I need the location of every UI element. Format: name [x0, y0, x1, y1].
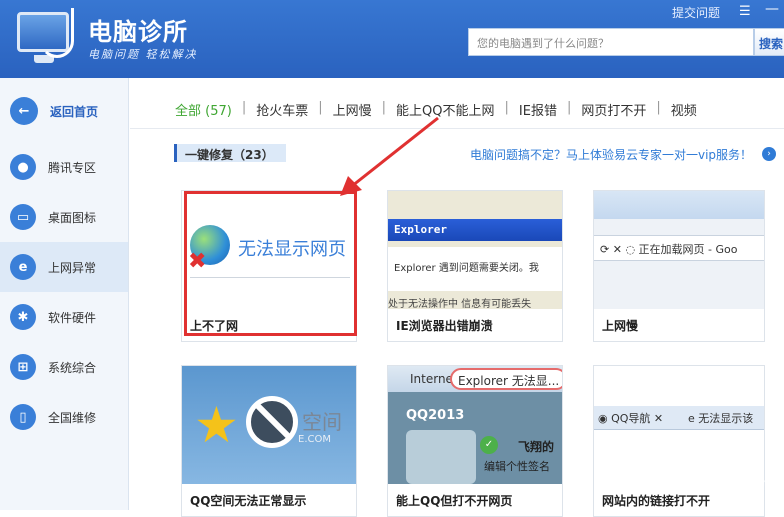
app-title: 电脑诊所	[88, 18, 188, 46]
card-qzone[interactable]: ★ 空间 E.COM QQ空间无法正常显示	[181, 365, 357, 517]
browser-titlebar	[594, 191, 764, 219]
tab-page-not-open[interactable]: 网页打不开	[571, 100, 656, 119]
card-label: 能上QQ但打不开网页	[396, 494, 513, 508]
thumbnail-text: Explorer 遇到问题需要关闭。我	[388, 247, 562, 291]
sidebar-item-label: 系统综合	[48, 360, 97, 375]
tab-ie-error[interactable]: IE报错	[509, 100, 567, 119]
card-label: QQ空间无法正常显示	[190, 494, 307, 508]
app-header: 电脑诊所 电脑问题 轻松解决 提交问题 ☰ — 您的电脑遇到了什么问题？ 搜索	[0, 0, 784, 78]
qzone-star-icon: ★	[194, 396, 239, 454]
loading-icon: ◌	[625, 243, 639, 256]
app-slogan: 电脑问题 轻松解决	[88, 48, 198, 61]
card-thumbnail: Explorer Explorer 遇到问题需要关闭。我 处于无法操作中 信息有…	[388, 191, 562, 309]
sidebar-item-home[interactable]: ← 返回首页	[0, 86, 128, 136]
category-tabs: 全部 (57) | 抢火车票 | 上网慢 | 能上QQ不能上网 | IE报错 |…	[175, 100, 707, 119]
card-qq-no-web[interactable]: Internet Explorer 无法显... QQ2013 ✓ 飞翔的 编辑…	[387, 365, 563, 517]
thumbnail-text: 正在加载网页 - Goo	[638, 243, 738, 256]
online-check-icon: ✓	[480, 436, 498, 454]
tab-video[interactable]: 视频	[661, 100, 707, 119]
no-entry-icon	[246, 396, 298, 448]
sidebar-item-label: 腾讯专区	[48, 160, 97, 175]
sidebar-item-label: 返回首页	[50, 104, 99, 119]
back-arrow-icon: ←	[10, 97, 38, 125]
card-ie-crash[interactable]: Explorer Explorer 遇到问题需要关闭。我 处于无法操作中 信息有…	[387, 190, 563, 342]
browser-address-bar: ⟳ ✕ ◌ 正在加载网页 - Goo	[594, 235, 764, 261]
tab-train-tickets[interactable]: 抢火车票	[246, 100, 318, 119]
sidebar-item-repair[interactable]: ▯ 全国维修	[0, 392, 128, 442]
sidebar-item-network[interactable]: e 上网异常	[0, 242, 128, 292]
sidebar-item-label: 上网异常	[48, 260, 97, 275]
thumbnail-highlight: Explorer 无法显...	[450, 368, 562, 390]
tab-divider	[130, 128, 784, 129]
card-label: 网站内的链接打不开	[602, 494, 711, 508]
submit-question-link[interactable]: 提交问题	[672, 4, 720, 21]
card-thumbnail: Internet Explorer 无法显... QQ2013 ✓ 飞翔的 编辑…	[388, 366, 562, 484]
sidebar-item-label: 软件硬件	[48, 310, 97, 325]
browser-tabs: ◉ QQ导航 ✕ e 无法显示该	[594, 406, 764, 430]
sidebar-item-label: 桌面图标	[48, 210, 97, 225]
ie-icon: e	[10, 254, 36, 280]
thumbnail-subtext: E.COM	[298, 434, 331, 445]
thumbnail-footer: 处于无法操作中 信息有可能丢失	[388, 299, 532, 309]
gear-icon: ✱	[10, 304, 36, 330]
baidu-watermark-url: jingyan.baidu.com	[678, 478, 771, 489]
qq-version: QQ2013	[406, 408, 465, 423]
thumbnail-titlebar: Explorer	[388, 219, 562, 241]
card-thumbnail: ★ 空间 E.COM	[182, 366, 356, 484]
tab-slow-internet[interactable]: 上网慢	[323, 100, 382, 119]
monitor-icon: ▭	[10, 204, 36, 230]
minimize-icon[interactable]: —	[765, 1, 779, 17]
search-button[interactable]: 搜索	[754, 28, 784, 56]
sidebar-item-tencent[interactable]: ● 腾讯专区	[0, 142, 128, 192]
card-slow-internet[interactable]: ⟳ ✕ ◌ 正在加载网页 - Goo 上网慢	[593, 190, 765, 342]
search-input[interactable]: 您的电脑遇到了什么问题？	[468, 28, 754, 56]
sidebar-item-system[interactable]: ⊞ 系统综合	[0, 342, 128, 392]
sidebar: ← 返回首页 ● 腾讯专区 ▭ 桌面图标 e 上网异常 ✱ 软件硬件 ⊞ 系统综…	[0, 78, 129, 510]
one-click-fix-label: 一键修复（23）	[174, 144, 286, 162]
card-label: 上网慢	[602, 319, 639, 333]
sidebar-item-desktop[interactable]: ▭ 桌面图标	[0, 192, 128, 242]
phone-icon: ▯	[10, 404, 36, 430]
card-thumbnail: ⟳ ✕ ◌ 正在加载网页 - Goo	[594, 191, 764, 309]
menu-icon[interactable]: ☰	[739, 4, 751, 19]
qq-penguin-icon: ●	[10, 154, 36, 180]
qq-nickname: 飞翔的	[518, 440, 555, 454]
sidebar-item-software[interactable]: ✱ 软件硬件	[0, 292, 128, 342]
vip-service-link[interactable]: 电脑问题搞不定？马上体验易云专家一对一vip服务！	[470, 146, 752, 163]
chevron-right-icon[interactable]: ›	[762, 147, 776, 161]
windows-icon: ⊞	[10, 354, 36, 380]
card-label: IE浏览器出错崩溃	[396, 319, 493, 333]
sidebar-item-label: 全国维修	[48, 410, 97, 425]
tab-all[interactable]: 全部 (57)	[175, 100, 242, 119]
browser-tab: e 无法显示该	[688, 412, 754, 425]
tab-qq-no-internet[interactable]: 能上QQ不能上网	[386, 100, 504, 119]
avatar	[406, 430, 476, 484]
stethoscope-logo-icon	[40, 8, 74, 58]
card-broken-links[interactable]: ◉ QQ导航 ✕ e 无法显示该 网站内的链接打不开	[593, 365, 765, 517]
browser-tab: ◉ QQ导航 ✕	[598, 412, 664, 425]
highlight-box	[184, 191, 357, 336]
refresh-icon: ⟳ ✕	[600, 243, 622, 256]
qq-signature: 编辑个性签名	[484, 460, 550, 473]
thumbnail-text: 空间	[302, 410, 342, 434]
